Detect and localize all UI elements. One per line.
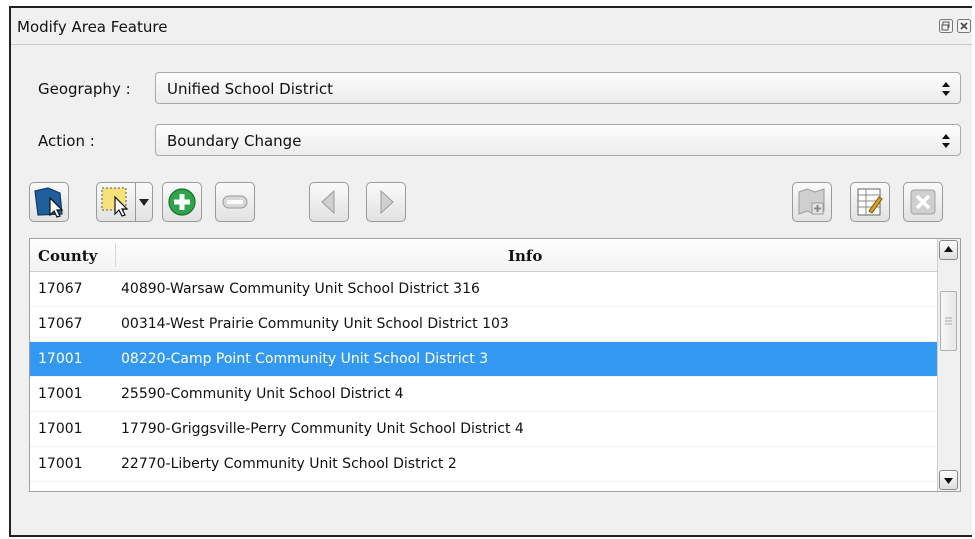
updown-arrows-icon (941, 81, 951, 97)
info-cell: 17790-Griggsville-Perry Community Unit S… (121, 421, 524, 437)
add-button[interactable] (162, 182, 202, 222)
clear-icon (910, 189, 936, 215)
table-row[interactable]: 17001 25590-Community Unit School Distri… (30, 377, 938, 412)
edit-table-icon (857, 188, 883, 216)
table-row[interactable]: 17001 22770-Liberty Community Unit Schoo… (30, 447, 938, 482)
table-row[interactable]: 17067 00314-West Prairie Community Unit … (30, 307, 938, 342)
table-row[interactable]: 17067 40890-Warsaw Community Unit School… (30, 272, 938, 307)
modify-area-feature-panel: Modify Area Feature Geography : Unified … (9, 6, 972, 537)
next-button[interactable] (366, 182, 406, 222)
county-cell: 17001 (38, 386, 83, 402)
scroll-thumb[interactable] (940, 291, 957, 351)
map-add-icon (798, 188, 825, 215)
info-cell: 08220-Camp Point Community Unit School D… (121, 351, 489, 367)
add-icon (168, 188, 196, 216)
map-add-button[interactable] (792, 182, 832, 222)
column-header-county[interactable]: County (38, 247, 97, 265)
remove-icon (222, 195, 248, 209)
select-mode-dropdown[interactable] (135, 182, 153, 222)
info-cell: 00314-West Prairie Community Unit School… (121, 316, 509, 332)
column-header-info[interactable]: Info (508, 247, 542, 265)
previous-button[interactable] (309, 182, 349, 222)
scroll-up-button[interactable] (939, 240, 958, 260)
arrow-down-icon (944, 478, 953, 484)
previous-icon (321, 189, 335, 215)
close-icon[interactable] (957, 19, 971, 33)
county-cell: 17001 (38, 351, 83, 367)
updown-arrows-icon (941, 133, 951, 149)
action-value: Boundary Change (167, 132, 302, 150)
geography-label: Geography : (38, 80, 131, 98)
info-cell: 40890-Warsaw Community Unit School Distr… (121, 281, 480, 297)
scroll-down-button[interactable] (939, 470, 958, 490)
info-cell: 22770-Liberty Community Unit School Dist… (121, 456, 457, 472)
rectangle-select-button[interactable] (96, 182, 136, 222)
county-cell: 17067 (38, 281, 83, 297)
select-feature-button[interactable] (29, 182, 69, 222)
window-title: Modify Area Feature (17, 18, 168, 36)
county-cell: 17067 (38, 316, 83, 332)
column-divider[interactable] (115, 243, 116, 267)
action-label: Action : (38, 132, 95, 150)
select-feature-icon (34, 187, 64, 218)
next-icon (380, 189, 394, 215)
chevron-down-icon (139, 199, 149, 206)
remove-button[interactable] (215, 182, 255, 222)
table-header: County Info (30, 239, 938, 272)
county-cell: 17001 (38, 456, 83, 472)
county-cell: 17001 (38, 421, 83, 437)
geography-select[interactable]: Unified School District (155, 72, 961, 104)
clear-button[interactable] (903, 182, 943, 222)
edit-table-button[interactable] (850, 182, 890, 222)
arrow-up-icon (944, 246, 953, 252)
float-icon[interactable] (939, 19, 953, 33)
geography-value: Unified School District (167, 80, 334, 98)
info-cell: 25590-Community Unit School District 4 (121, 386, 404, 402)
feature-table[interactable]: County Info 17067 40890-Warsaw Community… (29, 238, 961, 492)
action-select[interactable]: Boundary Change (155, 124, 961, 156)
vertical-scrollbar[interactable] (937, 239, 960, 491)
table-row[interactable]: 17001 17790-Griggsville-Perry Community … (30, 412, 938, 447)
title-bar: Modify Area Feature (11, 8, 972, 45)
grip-icon (945, 317, 952, 325)
table-row-selected[interactable]: 17001 08220-Camp Point Community Unit Sc… (30, 342, 938, 377)
rectangle-select-icon (101, 187, 129, 217)
